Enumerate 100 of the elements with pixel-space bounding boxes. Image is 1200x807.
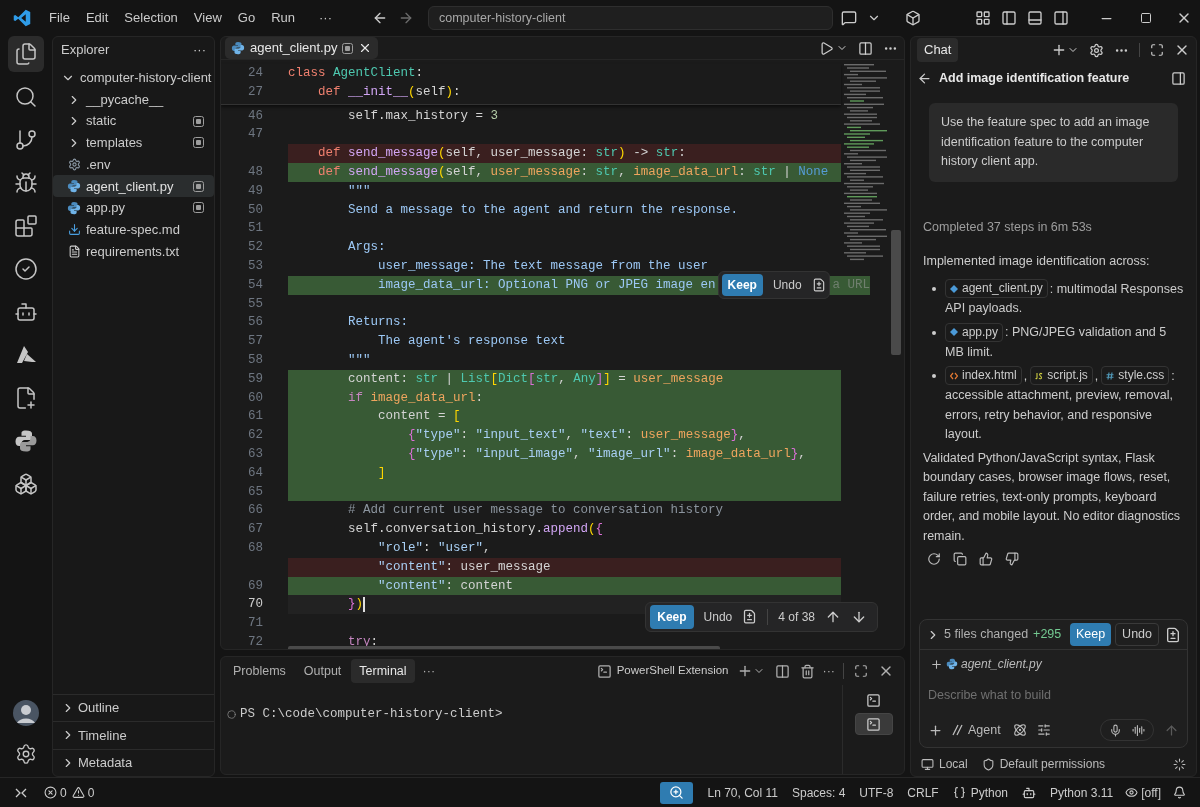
error-count[interactable]: 0 — [60, 783, 67, 802]
error-icon[interactable] — [44, 786, 57, 799]
more-actions[interactable]: ··· — [416, 661, 442, 681]
trash-icon[interactable] — [799, 663, 815, 679]
changes-summary[interactable]: 5 files changed — [944, 625, 1029, 644]
section-header[interactable]: Outline — [53, 693, 214, 721]
forward-icon[interactable] — [398, 10, 414, 26]
file-chip[interactable]: agent_client.py — [945, 279, 1048, 298]
file-chip[interactable]: script.js — [1030, 366, 1093, 385]
maximize-icon[interactable] — [1140, 12, 1152, 24]
tree-item[interactable]: static — [53, 110, 214, 133]
keep-button[interactable]: Keep — [721, 274, 763, 297]
undo-button[interactable]: Undo — [768, 276, 806, 295]
chat-tab[interactable]: Chat — [917, 38, 959, 62]
file-chip[interactable]: index.html — [945, 366, 1022, 385]
more-menu[interactable]: ··· — [313, 8, 338, 28]
menu-item[interactable]: Selection — [116, 8, 186, 28]
diff-icon[interactable] — [742, 609, 758, 625]
diff-icon[interactable] — [1165, 626, 1181, 643]
copilot-icon[interactable] — [1022, 785, 1037, 800]
mode-picker[interactable]: Agent — [951, 720, 1001, 740]
section-header[interactable]: Metadata — [53, 748, 214, 776]
warning-count[interactable]: 0 — [87, 783, 95, 802]
run-icon[interactable] — [819, 40, 834, 56]
diff-icon[interactable] — [811, 278, 826, 293]
undo-button[interactable]: Undo — [1115, 623, 1159, 646]
panel-tab[interactable]: Terminal — [351, 658, 415, 684]
split-editor-icon[interactable] — [858, 40, 873, 56]
status-item[interactable]: UTF-8 — [859, 783, 894, 802]
menu-item[interactable]: Go — [229, 8, 264, 28]
tree-item[interactable]: app.py — [53, 197, 214, 219]
back-icon[interactable] — [372, 10, 388, 26]
secondary-sidebar-icon[interactable] — [1053, 10, 1069, 26]
tree-item[interactable]: __pycache__ — [53, 88, 214, 111]
interpreter-status[interactable]: Python 3.11 — [1050, 783, 1114, 802]
notifications-icon[interactable] — [1173, 786, 1186, 799]
split-terminal-icon[interactable] — [774, 663, 790, 679]
language-mode[interactable]: Python — [970, 783, 1009, 802]
add-context-icon[interactable] — [928, 722, 943, 738]
status-item[interactable]: CRLF — [907, 783, 939, 802]
tree-item[interactable]: templates — [53, 132, 214, 154]
menu-item[interactable]: Edit — [77, 8, 117, 28]
zoom-button[interactable] — [660, 781, 694, 804]
chat-icon[interactable] — [841, 10, 857, 26]
tree-item[interactable]: requirements.txt — [53, 240, 214, 263]
settings-icon[interactable] — [15, 743, 37, 765]
copy-icon[interactable] — [953, 552, 967, 566]
new-chat-icon[interactable] — [1051, 42, 1067, 58]
menu-item[interactable]: File — [41, 8, 78, 28]
chat-input[interactable]: Describe what to build — [928, 686, 1179, 705]
status-item[interactable]: Spaces: 4 — [791, 783, 846, 802]
mic-icon[interactable] — [1109, 723, 1122, 737]
tools-icon[interactable] — [1036, 723, 1051, 737]
location-picker[interactable]: Local — [939, 755, 968, 773]
terminal-instance-button[interactable] — [854, 713, 893, 735]
panel-icon[interactable] — [1171, 70, 1186, 86]
keep-button[interactable]: Keep — [1069, 623, 1112, 646]
waveform-icon[interactable] — [1132, 723, 1145, 737]
tree-item[interactable]: .env — [53, 153, 214, 176]
terminal-name[interactable]: PowerShell Extension — [616, 662, 729, 680]
permissions-picker[interactable]: Default permissions — [999, 755, 1106, 773]
layout-icon[interactable] — [975, 10, 991, 26]
explorer-button[interactable] — [8, 36, 44, 72]
app-logo-icon[interactable] — [13, 9, 31, 27]
avatar[interactable] — [13, 700, 39, 726]
retry-icon[interactable] — [927, 552, 941, 566]
file-chip[interactable]: app.py — [945, 322, 1004, 342]
model-icon[interactable] — [1012, 723, 1027, 737]
cube-icon[interactable] — [905, 10, 921, 26]
editor-tab[interactable]: agent_client.py — [225, 37, 379, 59]
tree-item[interactable]: agent_client.py — [53, 175, 214, 198]
more-actions[interactable]: ··· — [193, 40, 206, 60]
file-chip[interactable]: style.css — [1101, 366, 1170, 385]
plus-icon — [930, 657, 943, 671]
sidebar-toggle-icon[interactable] — [1001, 10, 1017, 26]
maximize-icon[interactable] — [1150, 43, 1164, 57]
status-item[interactable]: Ln 70, Col 11 — [707, 783, 778, 802]
thumbs-down-icon[interactable] — [1005, 552, 1019, 566]
thumbs-up-icon[interactable] — [979, 552, 993, 566]
menu-item[interactable]: Run — [263, 8, 303, 28]
preview-status[interactable]: [off] — [1141, 783, 1161, 802]
keep-button[interactable]: Keep — [650, 604, 694, 629]
panel-tab[interactable]: Output — [295, 658, 350, 684]
python-file-icon — [950, 328, 958, 336]
back-icon[interactable] — [917, 70, 932, 86]
section-header[interactable]: Timeline — [53, 721, 214, 749]
undo-button[interactable]: Undo — [703, 607, 733, 626]
attached-file-chip[interactable]: agent_client.py — [928, 655, 1044, 673]
maximize-icon[interactable] — [854, 664, 868, 678]
settings-icon[interactable] — [1089, 42, 1104, 58]
code-line: Args: — [347, 239, 386, 257]
menu-item[interactable]: View — [185, 8, 230, 28]
tree-item[interactable]: feature-spec.md — [53, 218, 214, 241]
warning-icon[interactable] — [71, 786, 85, 799]
panel-toggle-icon[interactable] — [1027, 10, 1043, 26]
more-actions[interactable]: ··· — [822, 661, 835, 681]
search-field[interactable]: computer-history-client — [428, 6, 833, 30]
send-icon[interactable] — [1164, 722, 1179, 738]
tree-item[interactable]: computer-history-client — [53, 67, 214, 89]
panel-tab[interactable]: Problems — [225, 658, 294, 684]
